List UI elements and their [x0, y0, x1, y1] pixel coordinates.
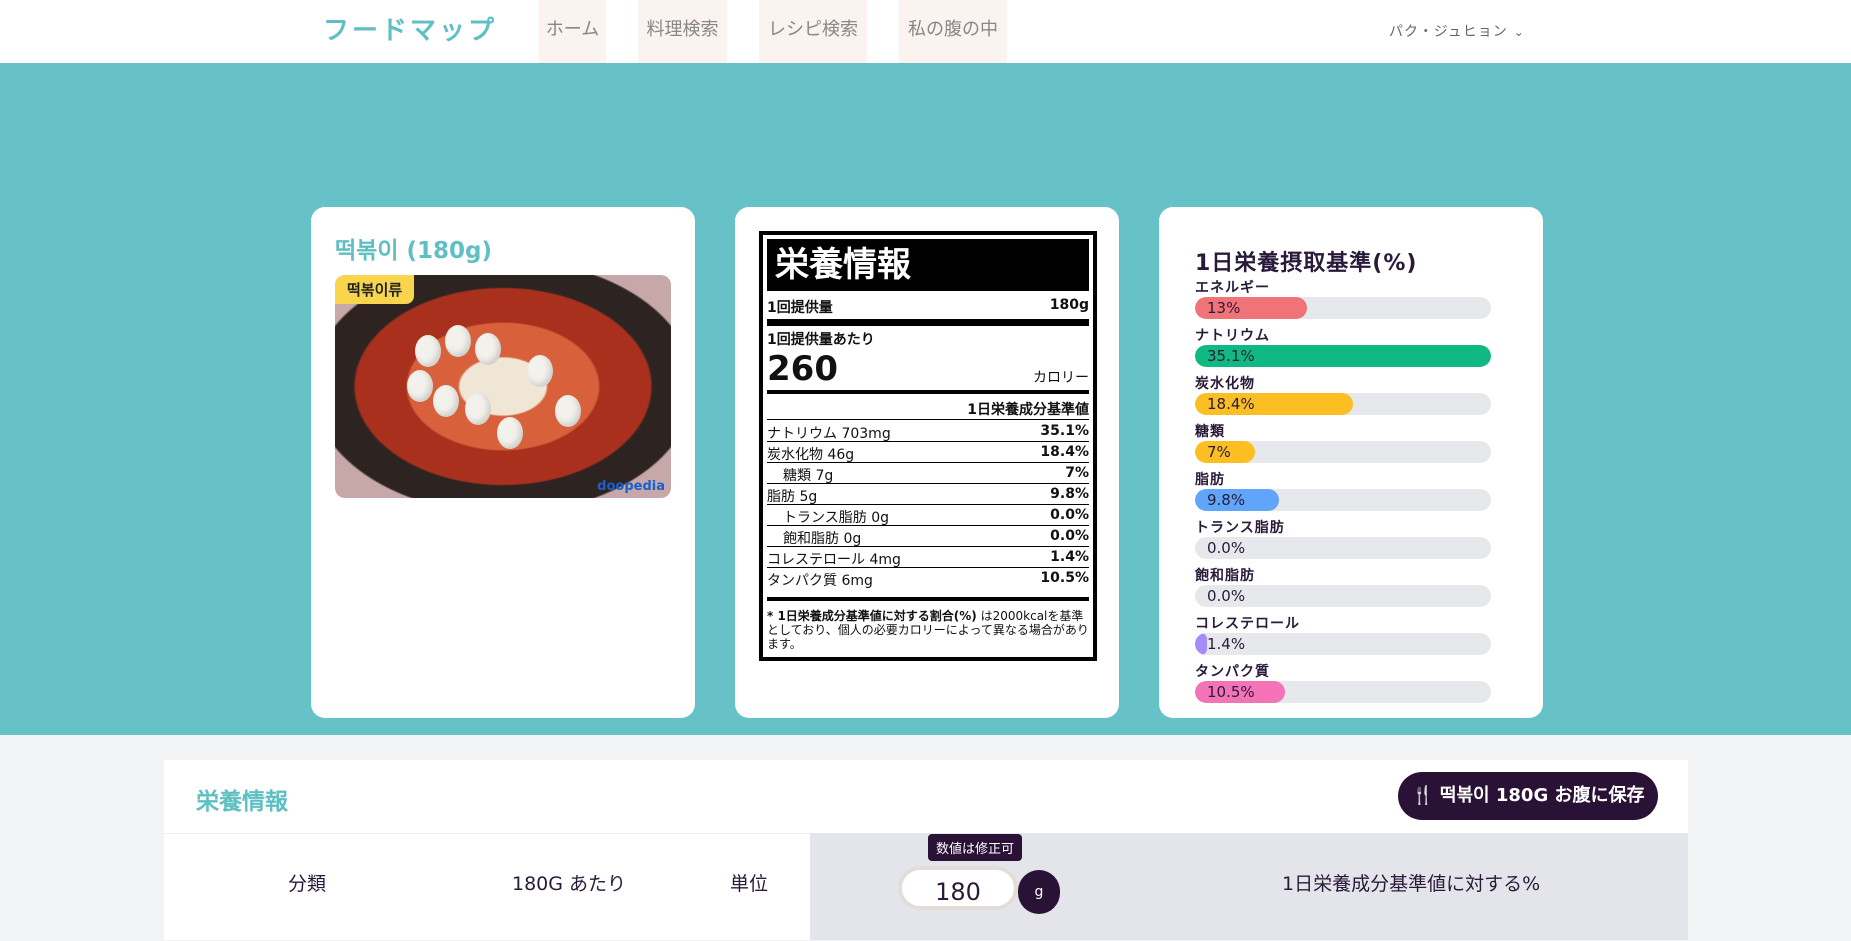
- label-row: 飽和脂肪 0g 0.0%: [783, 528, 1089, 547]
- rdi-percent: 1.4%: [1207, 635, 1246, 653]
- food-photo: 떡볶이류 doopedia: [335, 275, 671, 498]
- rdi-bar-track: 0.0%: [1195, 585, 1491, 607]
- hero-section: 떡볶이 (180g) 떡볶이류 doopedia 栄養情報 1回提供量 180g…: [0, 63, 1851, 735]
- calorie-row: 260 カロリー: [767, 349, 1089, 389]
- rdi-bar-track: 18.4%: [1195, 393, 1491, 415]
- nav-home[interactable]: ホーム: [539, 0, 606, 63]
- utensils-icon: 🍴: [1411, 785, 1434, 806]
- rdi-bar-track: 10.5%: [1195, 681, 1491, 703]
- rdi-percent: 0.0%: [1207, 587, 1246, 605]
- label-row: トランス脂肪 0g 0.0%: [783, 507, 1089, 526]
- top-nav: フードマップ ホーム 料理検索 レシピ検索 私の腹の中 パク・ジュヒョン ⌄: [0, 0, 1851, 63]
- save-to-stomach-button[interactable]: 🍴 떡볶이 180G お腹に保存: [1398, 772, 1658, 820]
- nav-recipe-search[interactable]: レシピ検索: [759, 0, 867, 63]
- food-card: 떡볶이 (180g) 떡볶이류 doopedia: [311, 207, 695, 718]
- rdi-bar-track: 0.0%: [1195, 537, 1491, 559]
- rdi-bar-fill: [1195, 633, 1208, 655]
- rdi-label: 炭水化物: [1195, 376, 1255, 392]
- chevron-down-icon: ⌄: [1513, 25, 1525, 39]
- rdi-label: 糖類: [1195, 424, 1225, 440]
- user-name: パク・ジュヒョン: [1389, 24, 1508, 40]
- per-serving-label: 1回提供量あたり: [767, 332, 875, 348]
- rdi-label: タンパク質: [1195, 664, 1270, 680]
- rdi-label: 飽和脂肪: [1195, 568, 1255, 584]
- col-per-amount: 180G あたり: [512, 873, 627, 895]
- rdi-bar-track: 9.8%: [1195, 489, 1491, 511]
- rdi-percent: 13%: [1207, 299, 1241, 317]
- label-row: ナトリウム 703mg 35.1%: [767, 423, 1089, 442]
- rdi-label: エネルギー: [1195, 280, 1270, 296]
- label-row: 炭水化物 46g 18.4%: [767, 444, 1089, 463]
- rdi-label: コレステロール: [1195, 616, 1300, 632]
- rdi-label: ナトリウム: [1195, 328, 1270, 344]
- panel-title: 栄養情報: [196, 789, 288, 815]
- calorie-value: 260: [767, 349, 838, 389]
- label-row: 糖類 7g 7%: [783, 465, 1089, 484]
- rdi-bar-track: 35.1%: [1195, 345, 1491, 367]
- rdi-percent: 35.1%: [1207, 347, 1255, 365]
- col-unit: 単位: [730, 873, 769, 895]
- user-menu[interactable]: パク・ジュヒョン ⌄: [1389, 21, 1525, 41]
- amount-input[interactable]: 180: [898, 866, 1018, 910]
- label-row: コレステロール 4mg 1.4%: [767, 549, 1089, 568]
- nav-dish-search[interactable]: 料理検索: [638, 0, 727, 63]
- rdi-bar-track: 13%: [1195, 297, 1491, 319]
- nutrition-label: 栄養情報 1回提供量 180g 1回提供量あたり 260 カロリー 1日栄養成分…: [759, 231, 1097, 661]
- editable-tooltip: 数値は修正可: [928, 834, 1023, 861]
- rdi-percent: 9.8%: [1207, 491, 1246, 509]
- nutrition-panel: 栄養情報 🍴 떡볶이 180G お腹に保存 分類 180G あたり 単位 数値は修…: [164, 760, 1688, 940]
- unit-button[interactable]: g: [1018, 870, 1060, 914]
- brand-logo[interactable]: フードマップ: [323, 10, 497, 47]
- rdi-bar-track: 7%: [1195, 441, 1491, 463]
- rdi-card: 1日栄養摂取基準(%) エネルギー 13% ナトリウム 35.1% 炭水化物 18.4% 糖…: [1159, 207, 1543, 718]
- rdi-percent: 18.4%: [1207, 395, 1255, 413]
- col-category: 分類: [288, 873, 327, 895]
- watermark: doopedia: [597, 479, 665, 494]
- rdi-bar-track: 1.4%: [1195, 633, 1491, 655]
- food-title: 떡볶이 (180g): [335, 238, 492, 264]
- nutrition-label-card: 栄養情報 1回提供量 180g 1回提供量あたり 260 カロリー 1日栄養成分…: [735, 207, 1119, 718]
- rdi-percent: 7%: [1207, 443, 1231, 461]
- nav-my-stomach[interactable]: 私の腹の中: [899, 0, 1007, 63]
- rdi-title: 1日栄養摂取基準(%): [1195, 251, 1418, 276]
- serving-size-row: 1回提供量 180g: [767, 297, 1089, 316]
- rdi-percent: 10.5%: [1207, 683, 1255, 701]
- label-footnote: * 1日栄養成分基準値に対する割合(%) は2000kcalを基準としており、個…: [767, 609, 1089, 651]
- label-row: 脂肪 5g 9.8%: [767, 486, 1089, 505]
- rdi-label: 脂肪: [1195, 472, 1225, 488]
- rdi-label: トランス脂肪: [1195, 520, 1285, 536]
- rdi-percent: 0.0%: [1207, 539, 1246, 557]
- category-tag: 떡볶이류: [335, 275, 415, 304]
- col-daily-value: 1日栄養成分基準値に対する%: [1282, 873, 1541, 895]
- label-heading: 栄養情報: [767, 239, 1089, 291]
- label-row: タンパク質 6mg 10.5%: [767, 570, 1089, 589]
